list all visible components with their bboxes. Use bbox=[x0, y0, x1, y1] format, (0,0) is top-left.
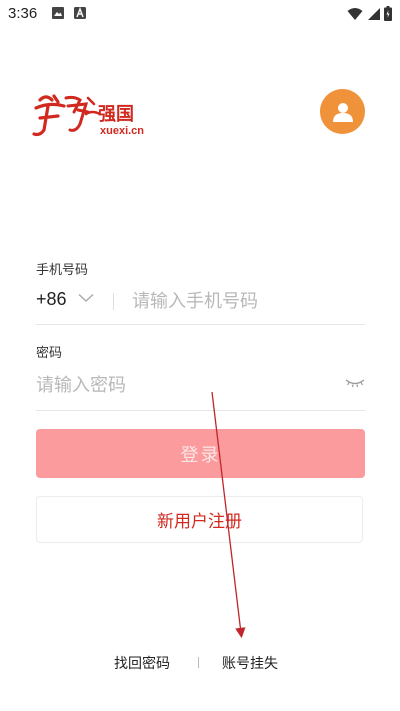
battery-icon bbox=[384, 6, 392, 21]
user-icon bbox=[332, 102, 353, 122]
register-button[interactable]: 新用户注册 bbox=[36, 496, 363, 543]
bottom-links: 找回密码 账号挂失 bbox=[0, 653, 400, 675]
phone-input[interactable] bbox=[132, 286, 362, 316]
signal-icon bbox=[368, 7, 380, 20]
image-icon bbox=[52, 7, 64, 19]
find-password-link[interactable]: 找回密码 bbox=[114, 653, 170, 673]
wifi-icon bbox=[347, 7, 363, 20]
app-logo: 强国 xuexi.cn bbox=[30, 90, 155, 140]
chevron-down-icon[interactable] bbox=[78, 293, 94, 303]
field-divider bbox=[113, 293, 114, 310]
logo-domain-text: xuexi.cn bbox=[100, 125, 144, 137]
password-input[interactable] bbox=[36, 370, 326, 400]
phone-label: 手机号码 bbox=[36, 263, 89, 278]
user-avatar-button[interactable] bbox=[320, 89, 365, 134]
status-icons-left bbox=[52, 7, 86, 19]
status-icons-right bbox=[347, 6, 392, 21]
logo-brand-text: 强国 bbox=[98, 104, 134, 125]
eye-closed-icon[interactable] bbox=[345, 378, 365, 388]
phone-field-row: +86 bbox=[36, 284, 365, 325]
password-field-row bbox=[36, 368, 365, 411]
login-button[interactable]: 登录 bbox=[36, 429, 365, 478]
link-separator bbox=[198, 657, 199, 668]
status-bar: 3:36 bbox=[0, 0, 400, 28]
account-loss-link[interactable]: 账号挂失 bbox=[222, 653, 278, 673]
country-code[interactable]: +86 bbox=[36, 289, 67, 310]
password-label: 密码 bbox=[36, 346, 63, 361]
status-time: 3:36 bbox=[8, 5, 38, 22]
app-a-icon bbox=[74, 7, 86, 19]
